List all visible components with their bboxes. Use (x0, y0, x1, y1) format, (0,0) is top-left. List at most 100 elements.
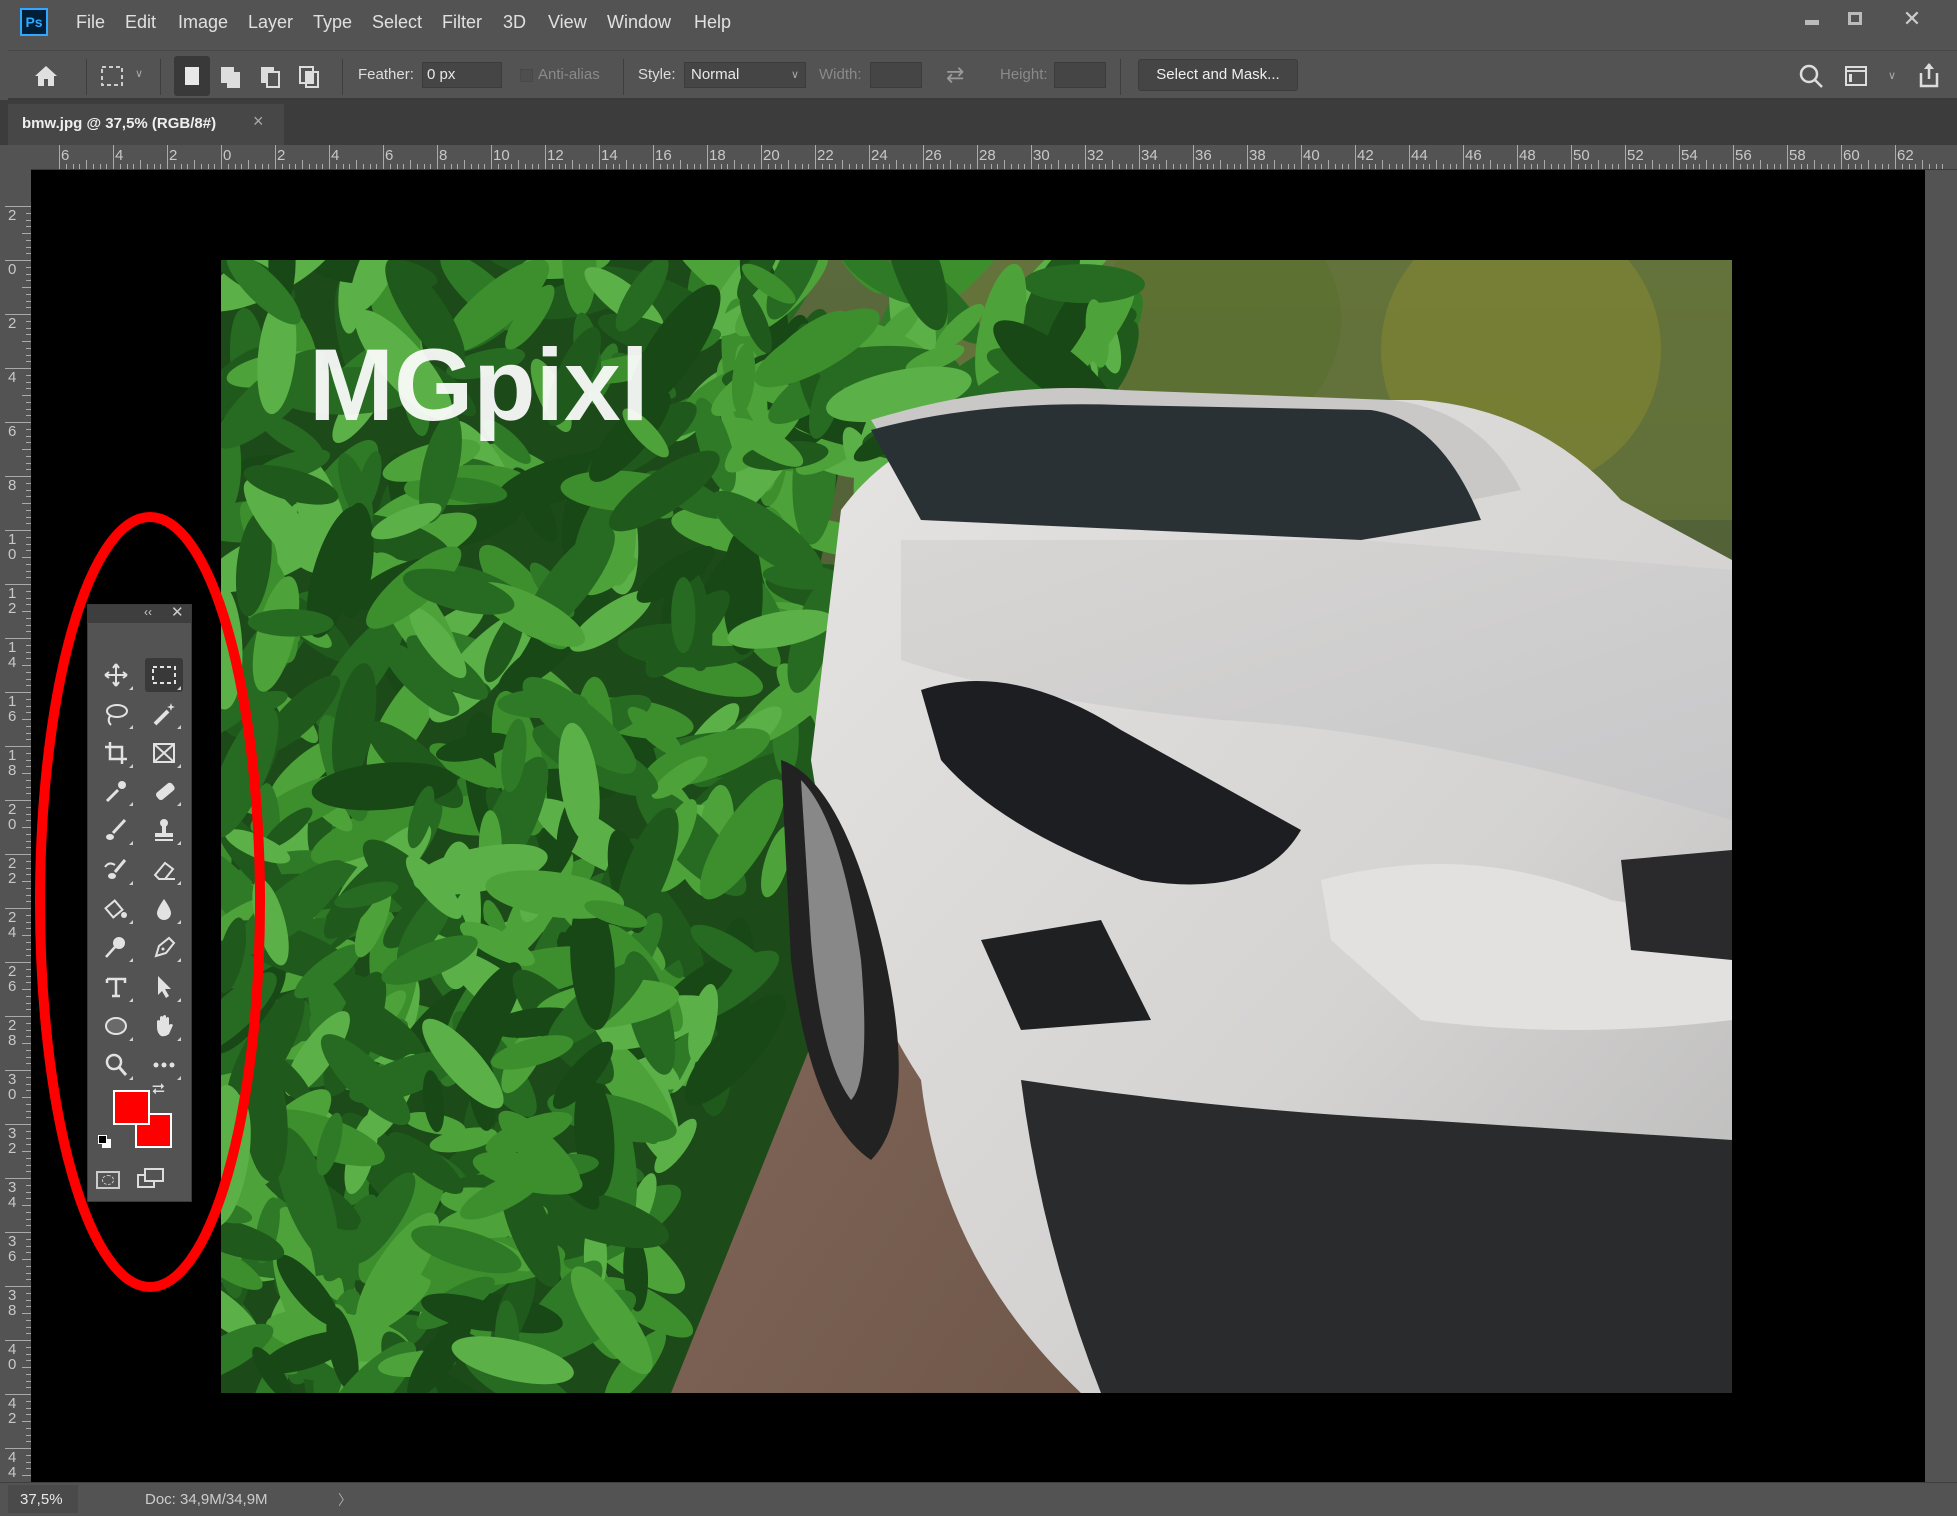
document-image[interactable]: MGpixl (221, 260, 1732, 1393)
ruler-tick (1888, 164, 1890, 169)
height-input[interactable] (1054, 62, 1106, 88)
ruler-tick (22, 611, 31, 612)
close-panel-icon[interactable]: ✕ (171, 603, 184, 621)
tool-rectangular-marquee[interactable] (145, 658, 183, 692)
ruler-tick (140, 160, 141, 169)
quick-mask-icon[interactable] (96, 1171, 120, 1189)
add-to-selection-icon[interactable] (218, 64, 244, 90)
workspace-icon[interactable] (1844, 64, 1870, 88)
tool-move[interactable] (97, 658, 135, 692)
foreground-color-swatch[interactable] (113, 1090, 150, 1125)
tool-type[interactable] (97, 970, 135, 1004)
feather-input[interactable]: 0 px (422, 62, 502, 88)
ruler-tick (1908, 164, 1910, 169)
select-and-mask-button[interactable]: Select and Mask... (1138, 59, 1298, 91)
tool-crop[interactable] (97, 736, 135, 770)
width-input[interactable] (870, 62, 922, 88)
maximize-icon[interactable] (1835, 4, 1875, 34)
tool-path-selection[interactable] (145, 970, 183, 1004)
tool-eyedropper[interactable] (97, 774, 135, 808)
tool-frame[interactable] (145, 736, 183, 770)
tool-pen[interactable] (145, 930, 183, 964)
tab-close-icon[interactable]: × (253, 111, 264, 132)
tool-dodge[interactable] (97, 930, 135, 964)
ruler-tick (686, 164, 688, 169)
minimize-icon[interactable] (1792, 4, 1832, 34)
menu-layer[interactable]: Layer (248, 12, 293, 33)
ruler-tick (5, 1016, 31, 1017)
tool-healing-brush[interactable] (145, 774, 183, 808)
ruler-tick (1820, 164, 1822, 169)
photoshop-logo[interactable]: Ps (20, 8, 48, 36)
ruler-tick (22, 287, 31, 288)
tool-paint-bucket[interactable] (97, 892, 135, 926)
menu-3d[interactable]: 3D (503, 12, 526, 33)
document-tab[interactable]: bmw.jpg @ 37,5% (RGB/8#) × (8, 104, 284, 145)
tool-lasso[interactable] (97, 697, 135, 731)
ruler-tick (1159, 164, 1161, 169)
subtract-selection-icon[interactable] (258, 64, 284, 90)
ruler-tick (410, 160, 411, 169)
ruler-tick (1361, 164, 1363, 169)
ruler-tick (707, 145, 708, 169)
status-menu-arrow[interactable]: 〉 (338, 1490, 352, 1510)
ruler-tick (1105, 164, 1107, 169)
menu-edit[interactable]: Edit (125, 12, 156, 33)
menu-filter[interactable]: Filter (442, 12, 482, 33)
blur-icon (157, 899, 171, 920)
tool-zoom[interactable] (97, 1048, 135, 1082)
car-grille (1621, 850, 1732, 960)
screen-mode-icon[interactable] (136, 1167, 166, 1191)
ruler-label: 2 (169, 147, 178, 164)
menu-image[interactable]: Image (178, 12, 228, 33)
zoom-field[interactable]: 37,5% (8, 1485, 78, 1513)
anti-alias-checkbox[interactable] (520, 69, 533, 82)
tool-hand[interactable] (145, 1009, 183, 1043)
ruler-tick (5, 422, 31, 423)
ruler-tick (1915, 164, 1917, 169)
tools-panel-header[interactable]: ‹‹ ✕ (88, 603, 191, 623)
menu-select[interactable]: Select (372, 12, 422, 33)
vertical-ruler[interactable]: 2 0 2 4 6 8 10 12 14 16 18 20 22 24 26 28 30 32 34 36 38 40 42… (0, 145, 31, 1497)
ruler-tick (389, 164, 391, 169)
tool-brush[interactable] (97, 813, 135, 847)
ruler-tick (950, 160, 951, 169)
collapse-icon[interactable]: ‹‹ (144, 605, 152, 619)
ruler-label: 40 (1303, 147, 1320, 164)
chevron-down-icon[interactable]: ∨ (1888, 69, 1896, 82)
ruler-tick (1301, 145, 1302, 169)
style-select[interactable]: Normal ∨ (684, 62, 806, 88)
close-icon[interactable]: ✕ (1892, 4, 1932, 34)
tool-blur[interactable] (145, 892, 183, 926)
tool-clone-stamp[interactable] (145, 813, 183, 847)
home-icon[interactable] (34, 65, 58, 87)
default-colors-icon[interactable] (98, 1135, 112, 1149)
new-selection-button[interactable] (174, 56, 210, 96)
tool-eraser[interactable] (145, 853, 183, 887)
ruler-label: 10 (493, 147, 510, 164)
swap-width-height-icon[interactable]: ⇄ (946, 62, 964, 88)
tool-ellipse[interactable] (97, 1009, 135, 1043)
menu-type[interactable]: Type (313, 12, 352, 33)
intersect-selection-icon[interactable] (297, 64, 323, 90)
menu-view[interactable]: View (548, 12, 587, 33)
ruler-tick (22, 503, 31, 504)
tool-history-brush[interactable] (97, 853, 135, 887)
ruler-tick (22, 1151, 31, 1152)
tool-magic-wand[interactable] (145, 697, 183, 731)
tools-panel[interactable]: ‹‹ ✕ ⮂ (87, 604, 192, 1202)
menu-window[interactable]: Window (607, 12, 671, 33)
search-icon[interactable] (1798, 63, 1824, 89)
swap-colors-icon[interactable]: ⮂ (152, 1081, 165, 1099)
ruler-tick (72, 164, 74, 169)
ruler-tick (1463, 145, 1464, 169)
share-icon[interactable] (1916, 61, 1942, 89)
horizontal-ruler[interactable]: 6 4 2 0 2 4 6 8 10 12 14 16 18 20 22 24 26 28 30 32 34 36 38 40… (0, 145, 1957, 170)
ruler-tick (126, 164, 128, 169)
menu-help[interactable]: Help (694, 12, 731, 33)
ruler-tick (1037, 164, 1039, 169)
marquee-preset-icon[interactable] (100, 65, 124, 87)
chevron-down-icon[interactable]: ∨ (135, 67, 143, 80)
tool-more-tools[interactable] (145, 1048, 183, 1082)
menu-file[interactable]: File (76, 12, 105, 33)
